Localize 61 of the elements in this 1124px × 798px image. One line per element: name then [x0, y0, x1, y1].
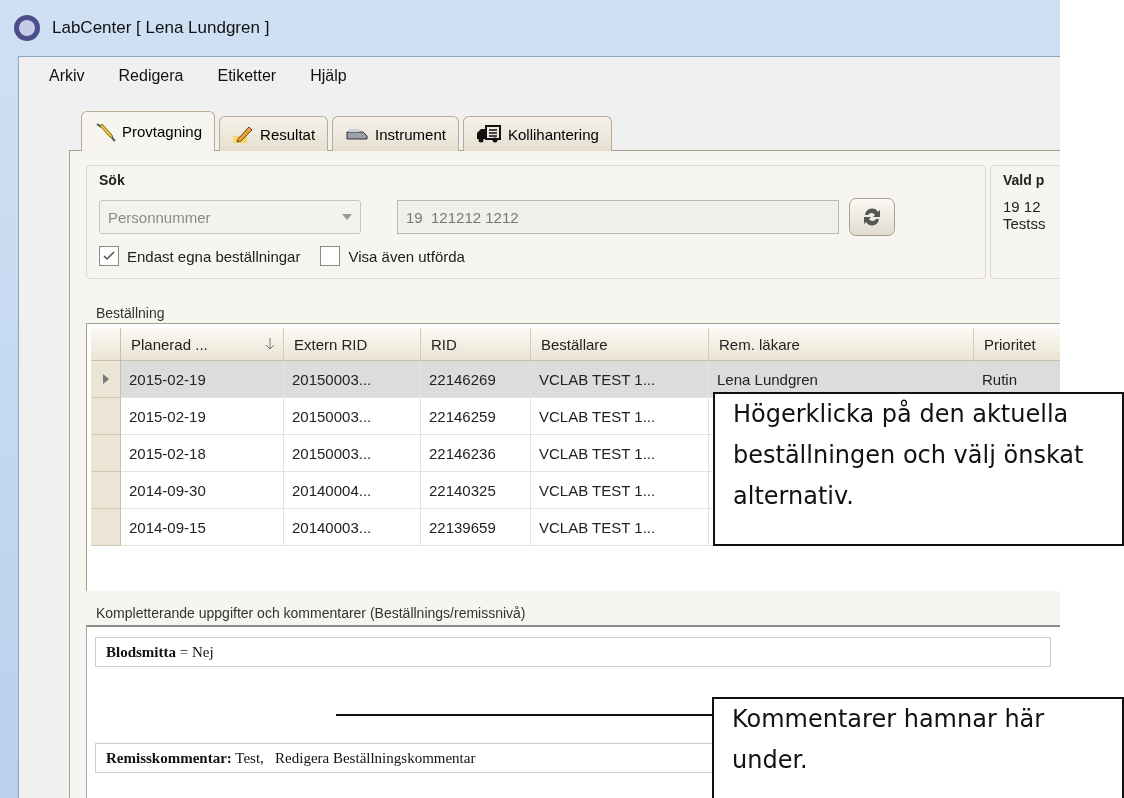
- check-icon: [103, 251, 115, 261]
- checkbox[interactable]: [320, 246, 341, 266]
- section-title: Beställning: [96, 305, 166, 321]
- table-cell: 20150003...: [284, 361, 421, 398]
- column-header[interactable]: Prioritet: [974, 328, 1060, 361]
- table-cell: 20150003...: [284, 435, 421, 472]
- pencil-icon: [232, 124, 255, 144]
- checkbox[interactable]: [99, 246, 119, 266]
- caret-icon: [342, 214, 352, 220]
- table-cell: 22140325: [421, 472, 531, 509]
- sort-arrow-icon: [265, 338, 275, 350]
- table-cell: VCLAB TEST 1...: [531, 472, 709, 509]
- table-cell: VCLAB TEST 1...: [531, 398, 709, 435]
- patient-info-text: 19 12: [1003, 198, 1042, 215]
- table-cell: 20140003...: [284, 509, 421, 546]
- column-header[interactable]: Rem. läkare: [709, 328, 974, 361]
- menu-item[interactable]: Redigera: [118, 67, 184, 97]
- patient-info-text: Testss: [1003, 215, 1047, 232]
- table-cell: 22146269: [421, 361, 531, 398]
- table-cell: 22139659: [421, 509, 531, 546]
- group-title: Sök: [99, 172, 126, 188]
- table-cell: 2014-09-30: [121, 472, 284, 509]
- table-cell: 2014-09-15: [121, 509, 284, 546]
- checkbox-label: Visa även utförda: [348, 247, 465, 265]
- table-cell: 2015-02-19: [121, 398, 284, 435]
- table-cell: VCLAB TEST 1...: [531, 361, 709, 398]
- tab[interactable]: Provtagning: [81, 111, 216, 151]
- table-cell: 20140004...: [284, 472, 421, 509]
- menu-item[interactable]: Arkiv: [49, 67, 85, 97]
- checkbox-label: Endast egna beställningar: [127, 247, 301, 265]
- table-cell: 2015-02-19: [121, 361, 284, 398]
- column-header[interactable]: RID: [421, 328, 531, 361]
- app-logo-icon: [12, 13, 42, 43]
- device-icon: [345, 127, 370, 141]
- menu-item[interactable]: Etiketter: [217, 67, 277, 97]
- table-cell: 20150003...: [284, 398, 421, 435]
- column-header[interactable]: Beställare: [531, 328, 709, 361]
- id-number-field[interactable]: 19 121212 1212: [397, 200, 839, 234]
- group-title: Vald p: [1003, 172, 1046, 188]
- current-row-icon: [102, 374, 109, 384]
- refresh-button[interactable]: [849, 198, 895, 236]
- column-header[interactable]: Planerad ...: [121, 328, 284, 361]
- table-cell: VCLAB TEST 1...: [531, 509, 709, 546]
- tab[interactable]: Instrument: [332, 116, 459, 151]
- callout-text: Högerklicka på den aktuella beställningen och välj önskat alternativ.: [713, 392, 1124, 546]
- comment-entry: Blodsmitta = Nej: [95, 637, 1051, 667]
- table-cell: 22146236: [421, 435, 531, 472]
- table-corner: [91, 328, 121, 361]
- row-header[interactable]: [91, 361, 121, 398]
- section-title: Kompletterande uppgifter och kommentarer (Beställnings/remissnivå): [96, 605, 527, 621]
- tab[interactable]: Resultat: [219, 116, 329, 151]
- table-cell: 2015-02-18: [121, 435, 284, 472]
- table-cell: 22146259: [421, 398, 531, 435]
- syringe-icon: [94, 121, 116, 142]
- tab[interactable]: Kollihantering: [462, 116, 612, 151]
- truck-icon: [475, 125, 502, 143]
- window-title: LabCenter [ Lena Lundgren ]: [52, 18, 270, 38]
- column-header[interactable]: Extern RID: [284, 328, 421, 361]
- table-cell: VCLAB TEST 1...: [531, 435, 709, 472]
- menu-item[interactable]: Hjälp: [310, 67, 347, 97]
- callout-text: Kommentarer hamnar här under.: [712, 697, 1124, 798]
